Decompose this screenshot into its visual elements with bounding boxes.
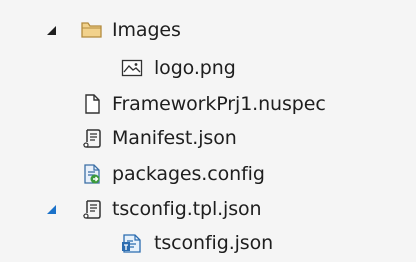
- tree-item-label: logo.png: [154, 57, 236, 79]
- expand-arrow-icon[interactable]: [44, 23, 58, 37]
- tree-item-manifest-json[interactable]: Manifest.json: [0, 120, 416, 156]
- json-file-icon: [80, 126, 104, 150]
- tree-item-tsconfig-json[interactable]: tsconfig.json: [0, 225, 416, 261]
- tree-item-images[interactable]: Images: [0, 12, 416, 48]
- tree-item-label: Images: [112, 19, 181, 41]
- folder-icon: [80, 18, 104, 42]
- tree-item-label: FrameworkPrj1.nuspec: [112, 93, 326, 115]
- config-file-icon: [80, 162, 104, 186]
- json-file-icon: [80, 197, 104, 221]
- tree-item-packages-config[interactable]: packages.config: [0, 156, 416, 192]
- generic-file-icon: [80, 92, 104, 116]
- tree-item-label: packages.config: [112, 163, 265, 185]
- tree-item-logo-png[interactable]: logo.png: [0, 50, 416, 86]
- expand-arrow-icon[interactable]: [44, 202, 58, 216]
- image-file-icon: [120, 56, 144, 80]
- solution-explorer-tree: Images logo.png FrameworkPrj1.nuspec Man…: [0, 0, 416, 262]
- tree-item-frameworkprj1-nuspec[interactable]: FrameworkPrj1.nuspec: [0, 86, 416, 122]
- tsconfig-file-icon: [120, 231, 144, 255]
- tree-item-label: tsconfig.tpl.json: [112, 198, 262, 220]
- tree-item-tsconfig-tpl-json[interactable]: tsconfig.tpl.json: [0, 191, 416, 227]
- tree-item-label: tsconfig.json: [154, 232, 274, 254]
- tree-item-label: Manifest.json: [112, 127, 237, 149]
